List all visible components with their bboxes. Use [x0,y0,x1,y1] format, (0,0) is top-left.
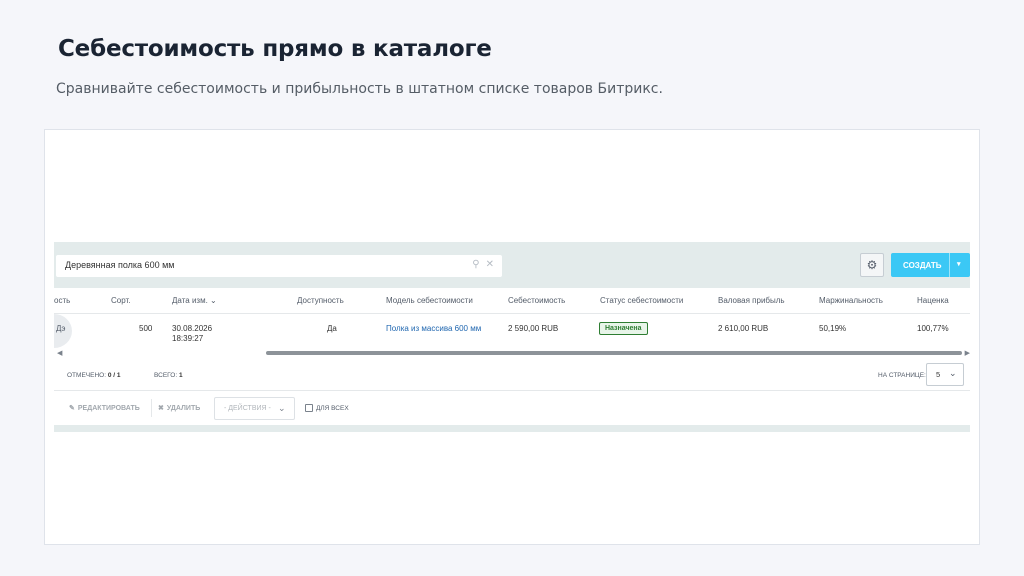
column-header-date[interactable]: Дата изм. ⌄ [172,296,217,305]
search-icon[interactable]: ⚲ [472,259,479,270]
grid-toolbar: Деревянная полка 600 мм ⚲ ✕ ⚙ СОЗДАТЬ ▾ [54,242,970,288]
search-filter[interactable]: Деревянная полка 600 мм ⚲ ✕ [56,255,502,277]
column-header-markup[interactable]: Наценка [917,296,949,305]
cell-markup: 100,77% [917,324,949,333]
table-row[interactable]: Дэ 500 30.08.2026 18:39:27 Да Полка из ма… [54,314,970,348]
cell-margin: 50,19% [819,324,847,333]
cell-gross-profit: 2 610,00 RUB [718,324,769,333]
product-name-fragment: Дэ [56,324,66,333]
edit-button[interactable]: ✎ РЕДАКТИРОВАТЬ [69,404,140,412]
cell-availability: Да [327,324,337,333]
chevron-down-icon: ⌄ [278,403,286,413]
horizontal-scrollbar[interactable]: ◀ ▶ [54,348,970,358]
settings-button[interactable]: ⚙ [860,253,884,277]
column-header-availability[interactable]: Доступность [297,296,344,305]
chevron-down-icon[interactable]: ▾ [957,260,961,268]
chevron-down-icon: ⌄ [949,368,957,378]
column-header-sort[interactable]: Сорт. [111,296,131,305]
pencil-icon: ✎ [69,405,75,412]
column-header-gross-profit[interactable]: Валовая прибыль [718,296,785,305]
page-subtitle: Сравнивайте себестоимость и прибыльность… [56,81,663,97]
product-grid: Деревянная полка 600 мм ⚲ ✕ ⚙ СОЗДАТЬ ▾ о… [54,242,970,432]
action-panel: ✎ РЕДАКТИРОВАТЬ ✖ УДАЛИТЬ - ДЕЙСТВИЯ - ⌄ Д… [54,391,970,425]
per-page-label: НА СТРАНИЦЕ: [878,372,926,379]
scrollbar-thumb[interactable] [266,351,962,355]
cell-date: 30.08.2026 18:39:27 [172,324,213,343]
page-size-select[interactable]: 5 ⌄ [926,363,964,386]
cell-cost: 2 590,00 RUB [508,324,559,333]
for-all-checkbox[interactable] [305,404,313,412]
column-header-cost[interactable]: Себестоимость [508,296,565,305]
column-header-name[interactable]: ость [54,296,70,305]
cost-model-link[interactable]: Полка из массива 600 мм [386,324,481,334]
create-button-label: СОЗДАТЬ [903,261,942,270]
page-size-value: 5 [936,370,941,379]
scroll-left-icon[interactable]: ◀ [57,349,62,357]
actions-select-value: - ДЕЙСТВИЯ - [224,405,271,412]
selected-count: ОТМЕЧЕНО: 0 / 1 [67,372,121,379]
create-button[interactable]: СОЗДАТЬ ▾ [891,253,970,277]
gear-icon: ⚙ [866,258,878,272]
delete-button[interactable]: ✖ УДАЛИТЬ [158,404,200,412]
grid-footer: ОТМЕЧЕНО: 0 / 1 ВСЕГО: 1 НА СТРАНИЦЕ: 5 … [54,359,970,391]
grid-bottom-strip [54,425,970,432]
chevron-down-icon: ⌄ [210,296,217,305]
total-count: ВСЕГО: 1 [154,372,183,379]
column-header-margin[interactable]: Маржинальность [819,296,883,305]
status-badge: Назначена [599,322,648,335]
column-header-cost-model[interactable]: Модель себестоимости [386,296,473,305]
page-title: Себестоимость прямо в каталоге [58,36,492,62]
for-all-label[interactable]: ДЛЯ ВСЕХ [316,405,349,412]
column-header-cost-status[interactable]: Статус себестоимости [600,296,683,305]
search-filter-value: Деревянная полка 600 мм [65,260,175,270]
table-header: ость Сорт. Дата изм. ⌄ Доступность Модел… [54,288,970,314]
actions-select[interactable]: - ДЕЙСТВИЯ - ⌄ [214,397,295,420]
close-icon[interactable]: ✕ [486,259,494,270]
scroll-right-icon[interactable]: ▶ [965,349,970,357]
close-icon: ✖ [158,405,164,412]
cell-sort: 500 [139,324,153,333]
